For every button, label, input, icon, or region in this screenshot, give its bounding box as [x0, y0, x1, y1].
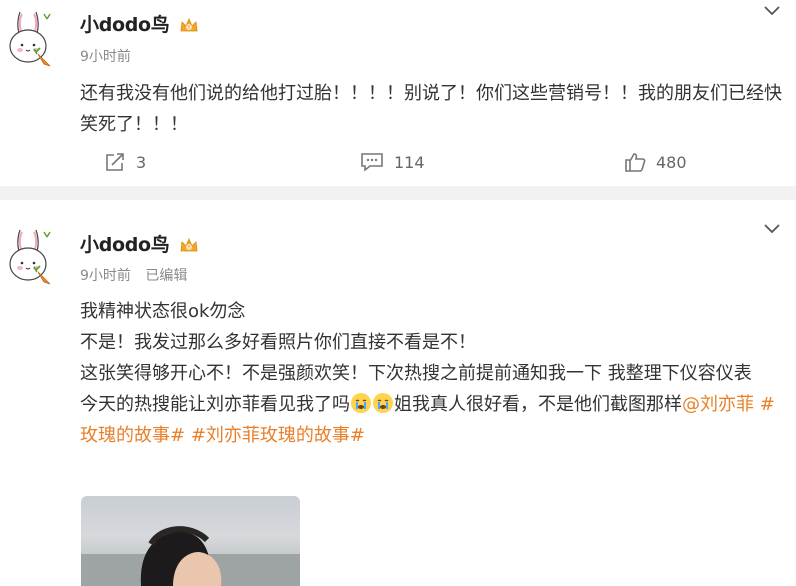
- timestamp[interactable]: 9小时前: [80, 49, 131, 65]
- like-button[interactable]: 480: [624, 152, 687, 172]
- avatar[interactable]: [6, 226, 60, 288]
- post-actions: 3 114 480: [0, 152, 796, 180]
- username[interactable]: 小dodo鸟: [80, 10, 199, 37]
- comment-button[interactable]: 114: [360, 152, 425, 172]
- crying-emoji: [351, 393, 371, 413]
- post-text: 我精神状态很ok勿念 不是！我发过那么多好看照片你们直接不看是不！ 这张笑得够开…: [80, 296, 782, 451]
- repost-button[interactable]: 3: [104, 152, 146, 172]
- chevron-down-icon[interactable]: [764, 224, 780, 234]
- timestamp[interactable]: 9小时前: [80, 268, 131, 284]
- text-line: 不是！我发过那么多好看照片你们直接不看是不！: [80, 332, 476, 353]
- like-count: 480: [656, 152, 687, 172]
- weibo-post-1: 小dodo鸟 9小时前 还有我没有他们说的给他打过胎！！！！别说了！你们这些营销…: [0, 0, 796, 186]
- text-segment: 今天的热搜能让刘亦菲看见我了吗: [80, 394, 350, 415]
- post-meta: 9小时前 已编辑: [80, 265, 187, 285]
- username-text[interactable]: 小dodo鸟: [80, 234, 170, 256]
- username[interactable]: 小dodo鸟: [80, 230, 199, 257]
- vip-crown-icon: [180, 237, 198, 252]
- text-line: 这张笑得够开心不！不是强颜欢笑！下次热搜之前提前通知我一下 我整理下仪容仪表: [80, 363, 752, 384]
- crying-emoji: [373, 393, 393, 413]
- photo-content: [81, 526, 300, 586]
- comment-icon: [361, 153, 383, 172]
- hashtag-link[interactable]: #刘亦菲玫瑰的故事#: [191, 425, 365, 446]
- text-segment: 姐我真人很好看，不是他们截图那样: [394, 394, 682, 415]
- chevron-down-icon[interactable]: [764, 6, 780, 16]
- vip-crown-icon: [180, 17, 198, 32]
- repost-icon: [106, 153, 124, 171]
- repost-count: 3: [136, 152, 147, 172]
- mention-link[interactable]: @刘亦菲: [682, 394, 754, 415]
- edited-label[interactable]: 已编辑: [145, 268, 187, 284]
- post-text: 还有我没有他们说的给他打过胎！！！！别说了！你们这些营销号！！我的朋友们已经快笑…: [80, 83, 782, 135]
- text-line: 我精神状态很ok勿念: [80, 301, 246, 322]
- comment-count: 114: [394, 152, 425, 172]
- post-photo[interactable]: [81, 496, 300, 586]
- username-text[interactable]: 小dodo鸟: [80, 14, 170, 36]
- avatar[interactable]: [6, 8, 60, 70]
- post-meta: 9小时前: [80, 46, 131, 66]
- like-icon: [625, 153, 646, 172]
- post-divider: [0, 186, 796, 200]
- text-line: 今天的热搜能让刘亦菲看见我了吗 姐我真人很好看，不是他们截图那样@刘亦菲 #玫瑰…: [80, 389, 782, 451]
